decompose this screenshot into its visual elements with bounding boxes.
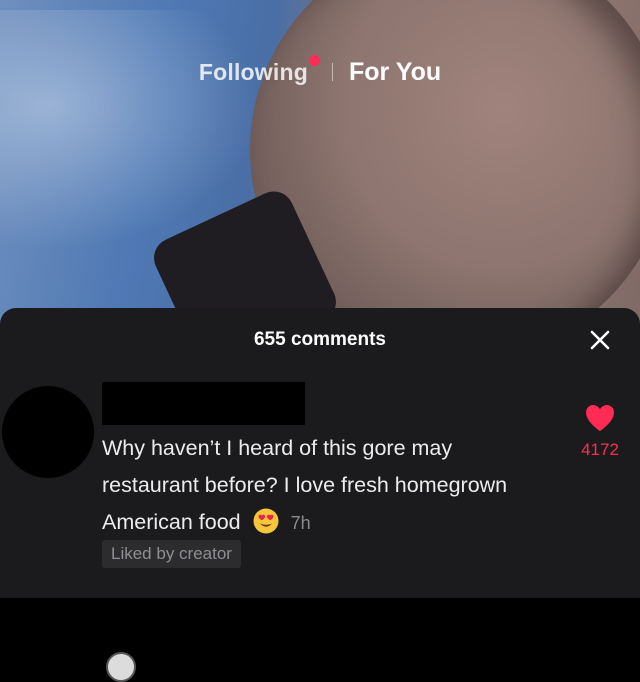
like-count: 4172 bbox=[581, 440, 619, 459]
heart-eyes-emoji-icon bbox=[253, 508, 279, 534]
comments-header: 655 comments bbox=[0, 308, 640, 372]
close-icon bbox=[590, 330, 610, 350]
comment-body: Why haven’t I heard of this gore may res… bbox=[102, 430, 532, 542]
username-redacted[interactable] bbox=[102, 382, 305, 425]
tab-following[interactable]: Following bbox=[198, 54, 320, 86]
comment-item: Why haven’t I heard of this gore may res… bbox=[0, 378, 640, 682]
tab-for-you[interactable]: For You bbox=[349, 58, 441, 87]
notification-dot bbox=[308, 54, 320, 66]
close-button[interactable] bbox=[588, 328, 612, 352]
comment-timestamp: 7h bbox=[290, 513, 311, 533]
comments-sheet: 655 comments Why haven’t I heard of this… bbox=[0, 308, 640, 682]
nav-divider bbox=[331, 63, 333, 81]
tab-following-label: Following bbox=[198, 58, 308, 85]
next-comment-avatar[interactable] bbox=[106, 652, 136, 682]
avatar[interactable] bbox=[2, 386, 94, 478]
video-background[interactable] bbox=[0, 0, 640, 330]
top-feed-nav: Following For You bbox=[0, 54, 640, 90]
liked-by-creator-badge: Liked by creator bbox=[102, 540, 241, 568]
comments-count: 655 comments bbox=[253, 329, 386, 350]
like-button[interactable]: 4172 bbox=[572, 404, 628, 460]
heart-icon bbox=[586, 405, 614, 431]
